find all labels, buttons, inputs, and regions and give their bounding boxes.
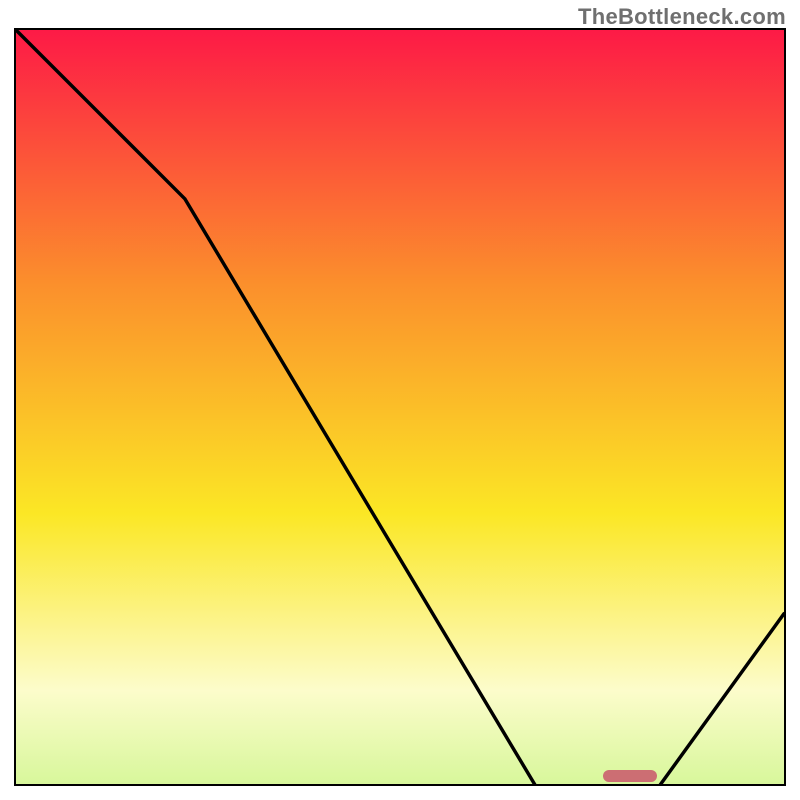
chart-container: TheBottleneck.com	[0, 0, 800, 800]
watermark-text: TheBottleneck.com	[578, 4, 786, 30]
optimal-range-marker	[603, 770, 657, 782]
plot-area	[14, 28, 786, 786]
bottleneck-curve	[16, 30, 784, 786]
